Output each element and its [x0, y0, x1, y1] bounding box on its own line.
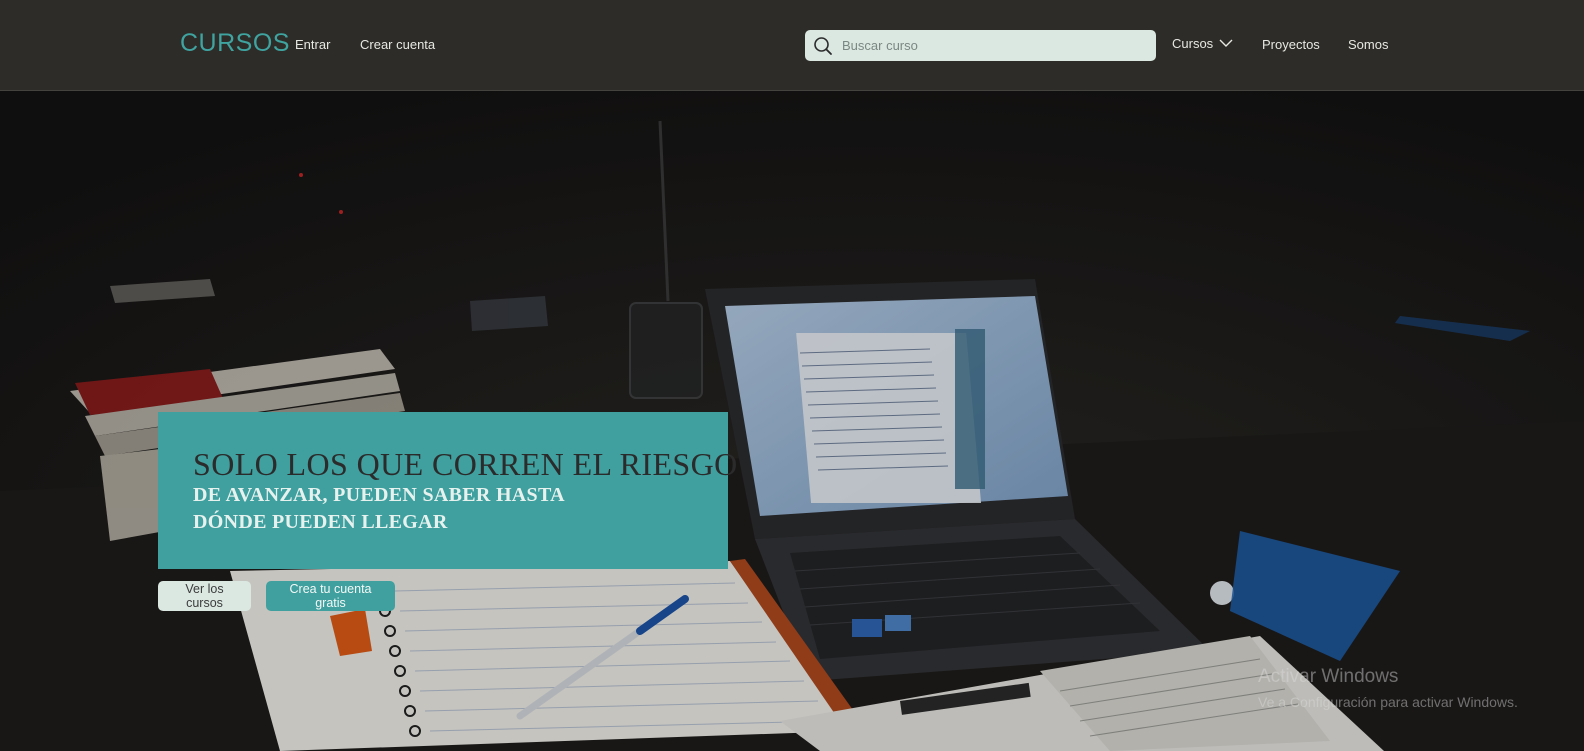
watermark-subtitle: Ve a Configuración para activar Windows. [1258, 694, 1518, 710]
windows-activation-watermark: Activar Windows Ve a Configuración para … [1258, 666, 1518, 710]
hero-section: SOLO LOS QUE CORREN EL RIESGO DE AVANZAR… [0, 91, 1584, 751]
chevron-down-icon [1219, 39, 1233, 47]
hero-subtitle-line2: DÓNDE PUEDEN LLEGAR [193, 511, 448, 533]
top-navbar: CURSOS Entrar Crear cuenta Cursos Proyec… [0, 0, 1584, 91]
create-account-button[interactable]: Crea tu cuenta gratis [266, 581, 395, 611]
projects-link[interactable]: Proyectos [1262, 37, 1320, 52]
signup-link[interactable]: Crear cuenta [360, 37, 435, 52]
about-link[interactable]: Somos [1348, 37, 1388, 52]
search-input[interactable] [842, 30, 1148, 61]
search-box [805, 30, 1156, 61]
courses-dropdown[interactable]: Cursos [1172, 36, 1233, 51]
view-courses-button[interactable]: Ver los cursos [158, 581, 251, 611]
hero-banner: SOLO LOS QUE CORREN EL RIESGO DE AVANZAR… [158, 412, 737, 569]
courses-dropdown-label: Cursos [1172, 36, 1214, 51]
brand-logo[interactable]: CURSOS [180, 29, 290, 58]
watermark-title: Activar Windows [1258, 666, 1399, 687]
search-icon [814, 37, 832, 55]
login-link[interactable]: Entrar [295, 37, 330, 52]
hero-subtitle-line1: DE AVANZAR, PUEDEN SABER HASTA [193, 484, 565, 506]
hero-title: SOLO LOS QUE CORREN EL RIESGO [193, 446, 738, 482]
